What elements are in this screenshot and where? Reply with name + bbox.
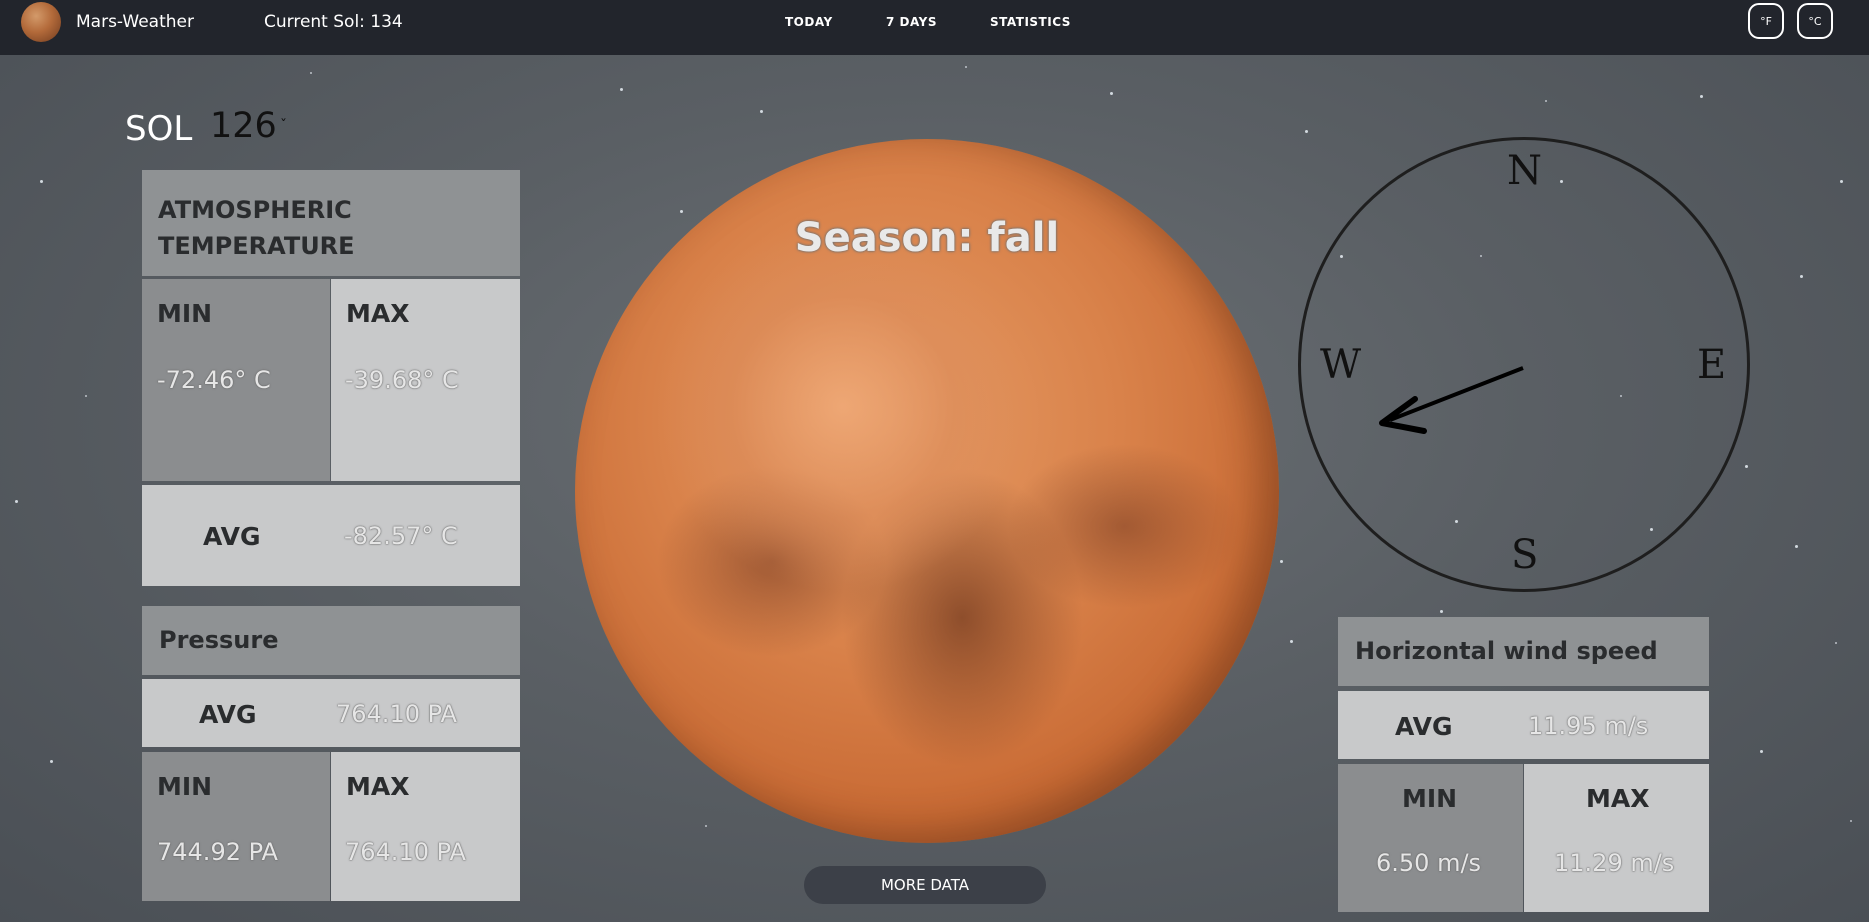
wind-max-label: MAX — [1586, 784, 1650, 813]
temperature-min-value: -72.46° C — [157, 366, 271, 394]
compass-svg — [1298, 137, 1750, 592]
pressure-panel-header: Pressure — [142, 606, 520, 675]
star — [1545, 100, 1547, 102]
pressure-min-cell: MIN 744.92 PA — [142, 752, 330, 901]
star — [310, 72, 312, 74]
temperature-min-cell: MIN -72.46° C — [142, 279, 330, 481]
pressure-avg-value: 764.10 PA — [336, 700, 457, 728]
star — [50, 760, 53, 763]
temperature-max-cell: MAX -39.68° C — [331, 279, 520, 481]
star — [965, 66, 967, 68]
star — [1760, 750, 1763, 753]
star — [85, 395, 87, 397]
pressure-avg-cell: AVG 764.10 PA — [142, 679, 520, 747]
temperature-title-line1: ATMOSPHERIC — [158, 196, 352, 224]
star — [1850, 820, 1852, 822]
wind-direction-compass: N E S W — [1297, 136, 1751, 593]
app-title[interactable]: Mars-Weather — [76, 12, 194, 32]
star — [1440, 610, 1443, 613]
pressure-title: Pressure — [159, 626, 279, 654]
compass-ring — [1298, 137, 1750, 592]
fahrenheit-button[interactable]: °F — [1748, 3, 1784, 39]
wind-min-cell: MIN 6.50 m/s — [1338, 764, 1523, 912]
pressure-avg-label: AVG — [199, 700, 257, 729]
star — [620, 88, 623, 91]
pressure-max-label: MAX — [346, 772, 410, 801]
wind-panel-header: Horizontal wind speed — [1338, 617, 1709, 686]
temperature-avg-value: -82.57° C — [344, 522, 458, 550]
top-nav-bar: Mars-Weather Current Sol: 134 TODAY 7 DA… — [0, 0, 1869, 55]
celsius-button[interactable]: °C — [1797, 3, 1833, 39]
pressure-max-value: 764.10 PA — [345, 838, 466, 866]
star — [760, 110, 763, 113]
star — [1840, 180, 1843, 183]
compass-west: W — [1320, 342, 1362, 388]
star — [680, 210, 683, 213]
pressure-min-value: 744.92 PA — [157, 838, 278, 866]
season-label: Season: fall — [794, 215, 1060, 261]
wind-avg-label: AVG — [1395, 712, 1453, 741]
star — [1305, 130, 1308, 133]
mars-logo-icon[interactable] — [21, 2, 61, 42]
wind-arrow-shaft — [1389, 366, 1524, 422]
star — [705, 825, 707, 827]
compass-east: E — [1697, 342, 1727, 388]
more-data-button[interactable]: MORE DATA — [804, 866, 1046, 904]
compass-north: N — [1507, 148, 1542, 194]
star — [1110, 92, 1113, 95]
temperature-min-label: MIN — [157, 299, 213, 328]
wind-max-cell: MAX 11.29 m/s — [1524, 764, 1709, 912]
temperature-max-label: MAX — [346, 299, 410, 328]
star — [1835, 642, 1837, 644]
sol-select-value[interactable]: 126 — [210, 106, 277, 146]
star — [15, 500, 18, 503]
temperature-title-line2: TEMPERATURE — [158, 232, 355, 260]
pressure-min-label: MIN — [157, 772, 213, 801]
star — [1290, 640, 1293, 643]
star — [1795, 545, 1798, 548]
wind-min-label: MIN — [1402, 784, 1458, 813]
pressure-max-cell: MAX 764.10 PA — [331, 752, 520, 901]
sol-label: SOL — [125, 109, 193, 149]
star — [1800, 275, 1803, 278]
wind-min-value: 6.50 m/s — [1376, 849, 1482, 877]
wind-avg-cell: AVG 11.95 m/s — [1338, 691, 1709, 759]
nav-today[interactable]: TODAY — [785, 15, 833, 29]
temperature-avg-label: AVG — [203, 522, 261, 551]
temperature-avg-cell: AVG -82.57° C — [142, 485, 520, 586]
wind-max-value: 11.29 m/s — [1554, 849, 1675, 877]
nav-statistics[interactable]: STATISTICS — [990, 15, 1071, 29]
chevron-down-icon[interactable]: ˇ — [280, 118, 287, 134]
star — [40, 180, 43, 183]
wind-title: Horizontal wind speed — [1355, 637, 1658, 665]
wind-avg-value: 11.95 m/s — [1528, 712, 1649, 740]
star — [1280, 560, 1283, 563]
temperature-panel-header: ATMOSPHERIC TEMPERATURE — [142, 170, 520, 276]
temperature-max-value: -39.68° C — [345, 366, 459, 394]
star — [1700, 95, 1703, 98]
current-sol: Current Sol: 134 — [264, 12, 403, 32]
compass-south: S — [1511, 532, 1539, 578]
nav-7-days[interactable]: 7 DAYS — [886, 15, 937, 29]
